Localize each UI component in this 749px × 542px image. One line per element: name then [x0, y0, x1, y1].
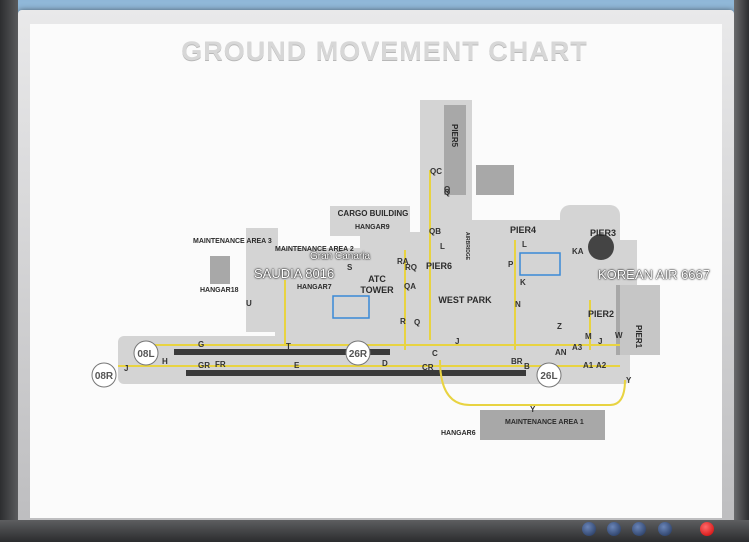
taxiway-label: S [347, 263, 353, 272]
taxiway-label: RQ [405, 263, 417, 272]
taxiway-label: AN [555, 348, 567, 357]
taxiway-label: J [124, 364, 128, 373]
taxiway-label: A1 [583, 361, 594, 370]
taxiway-label: QC [430, 167, 442, 176]
taxiway-label: QB [429, 227, 441, 236]
taxiway-label: J [598, 337, 602, 346]
toolbar-button[interactable] [658, 522, 672, 536]
pier4-label: PIER4 [510, 225, 536, 235]
maintenance-area-1-label: MAINTENANCE AREA 1 [505, 419, 584, 426]
taxiway-label: E [294, 361, 300, 370]
taxiway-label: B [524, 362, 530, 371]
taxiway-label: L [522, 240, 527, 249]
runway-badge-08R: 08R [91, 362, 117, 388]
taxiway-label: P [508, 260, 514, 269]
taxiway-label: KA [572, 247, 584, 256]
pier6-label: PIER6 [426, 261, 452, 271]
taxiway-label: Y [530, 405, 536, 414]
taxiway-label: GR [198, 361, 210, 370]
taxiway-label: Z [557, 322, 562, 331]
taxiway-label: G [198, 340, 204, 349]
runway-badge-08L: 08L [133, 340, 159, 366]
svg-text:08L: 08L [137, 349, 154, 360]
taxiway-label: CR [422, 363, 434, 372]
taxiway-label: A2 [596, 361, 607, 370]
pier3-label: PIER3 [590, 228, 616, 238]
svg-text:26L: 26L [540, 371, 557, 382]
west-park-label: WEST PARK [438, 295, 492, 305]
hangar6-label: HANGAR6 [441, 430, 476, 437]
taxiway-label: J [455, 337, 459, 346]
hangar7-label: HANGAR7 [297, 284, 332, 291]
toolbar-button[interactable] [632, 522, 646, 536]
taxiway-label: T [286, 342, 291, 351]
maintenance-area-3-label: MAINTENANCE AREA 3 [193, 238, 272, 245]
aircraft-label-korean: KOREAN AIR 6667 [598, 267, 710, 282]
taxiway-label: H [162, 357, 168, 366]
taxiway-label: K [520, 278, 526, 287]
taxiway-label: Q [414, 318, 420, 327]
svg-text:08R: 08R [95, 371, 114, 382]
taxiway-label: A3 [572, 343, 583, 352]
taxiway-label: M [585, 332, 592, 341]
cargo-building-label: CARGO BUILDING [338, 209, 409, 218]
taxiway-label: FR [215, 360, 226, 369]
aircraft-label-saudia: SAUDIA 8016 [254, 266, 335, 281]
svg-text:26R: 26R [349, 349, 368, 360]
hangar9-label: HANGAR9 [355, 224, 390, 231]
taxiway-label: D [382, 359, 388, 368]
pier1-label: PIER1 [634, 325, 643, 349]
aircraft-label-gran-canaria: Gran Canaria [310, 251, 371, 262]
tower-label: TOWER [360, 285, 394, 295]
toolbar-button[interactable] [607, 522, 621, 536]
airbridge-label: AIRBRIDGE [464, 232, 470, 261]
taxiway-label: N [515, 300, 521, 309]
runway-badge-26L: 26L [536, 362, 562, 388]
taxiway-label: C [432, 349, 438, 358]
pier2-label: PIER2 [588, 309, 614, 319]
taxiway-label: L [440, 242, 445, 251]
toolbar-button[interactable] [582, 522, 596, 536]
taxiway-label: QA [404, 282, 416, 291]
taxiway-label: W [615, 331, 623, 340]
hangar18-label: HANGAR18 [200, 287, 239, 294]
record-button[interactable] [700, 522, 714, 536]
runway-badge-26R: 26R [345, 340, 371, 366]
taxiway-label: Y [626, 376, 632, 385]
taxiway-label: BR [511, 357, 523, 366]
taxiway-label: R [400, 317, 406, 326]
taxiway-label: U [246, 299, 252, 308]
atc-label: ATC [368, 274, 386, 284]
runway-08R-26L [186, 370, 526, 376]
pier5-label: PIER5 [450, 124, 459, 148]
taxiway-label: Q [444, 185, 450, 194]
